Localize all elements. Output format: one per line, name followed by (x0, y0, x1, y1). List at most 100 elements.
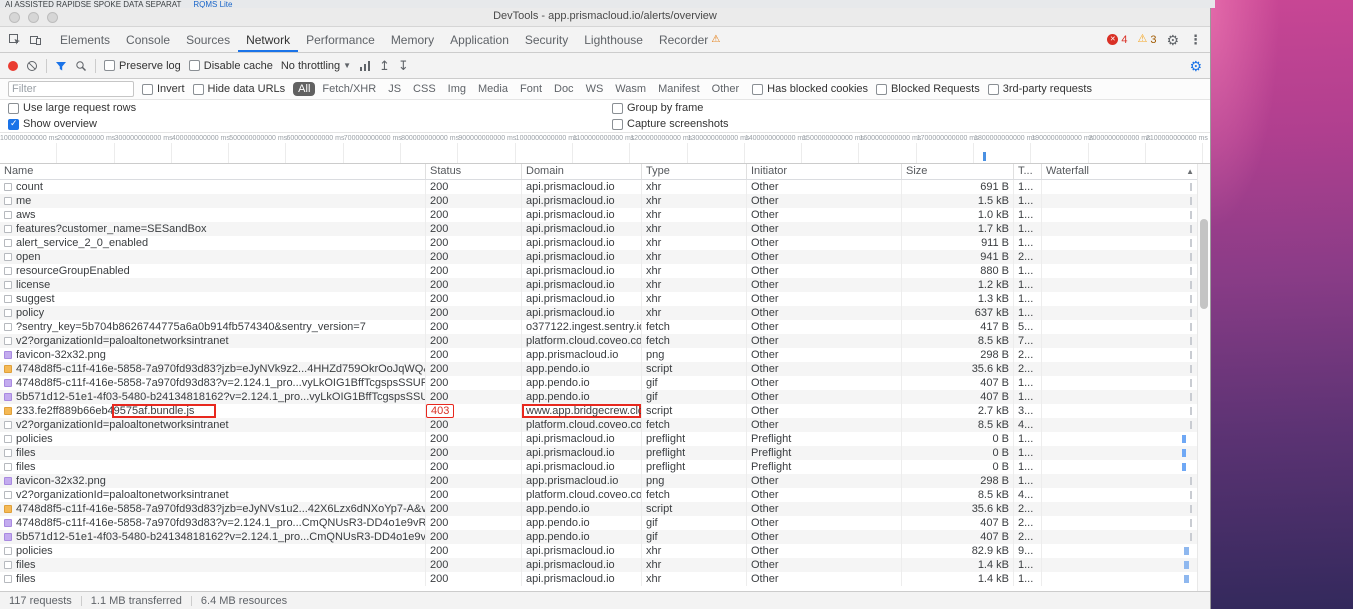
close-button[interactable] (9, 12, 20, 23)
tab-console[interactable]: Console (118, 27, 178, 52)
show-overview-checkbox[interactable]: Show overview (8, 118, 97, 130)
status-cell[interactable]: 200 (425, 516, 521, 530)
time-cell[interactable]: 2... (1013, 362, 1041, 376)
tab-lighthouse[interactable]: Lighthouse (576, 27, 651, 52)
request-name-cell[interactable]: 5b571d12-51e1-4f03-5480-b24134818162?v=2… (0, 390, 425, 404)
time-cell[interactable]: 2... (1013, 502, 1041, 516)
time-cell[interactable]: 2... (1013, 530, 1041, 544)
waterfall-cell[interactable] (1041, 250, 1198, 264)
has-blocked-cookies-checkbox[interactable]: Has blocked cookies (752, 83, 868, 95)
waterfall-cell[interactable] (1041, 376, 1198, 390)
domain-cell[interactable]: api.prismacloud.io (521, 236, 641, 250)
initiator-cell[interactable]: Other (746, 362, 901, 376)
table-row[interactable]: count200api.prismacloud.ioxhrOther691 B1… (0, 180, 1198, 194)
more-options-icon[interactable]: ⋮ (1189, 32, 1202, 48)
waterfall-cell[interactable] (1041, 544, 1198, 558)
time-cell[interactable]: 1... (1013, 446, 1041, 460)
waterfall-cell[interactable] (1041, 278, 1198, 292)
table-row[interactable]: favicon-32x32.png200app.prismacloud.iopn… (0, 348, 1198, 362)
domain-cell[interactable]: app.pendo.io (521, 516, 641, 530)
time-cell[interactable]: 1... (1013, 558, 1041, 572)
network-settings-gear-icon[interactable]: ⚙ (1189, 59, 1202, 73)
initiator-cell[interactable]: Other (746, 194, 901, 208)
domain-cell[interactable]: app.pendo.io (521, 502, 641, 516)
type-cell[interactable]: xhr (641, 194, 746, 208)
table-row[interactable]: aws200api.prismacloud.ioxhrOther1.0 kB1.… (0, 208, 1198, 222)
status-cell[interactable]: 200 (425, 558, 521, 572)
domain-cell[interactable]: api.prismacloud.io (521, 278, 641, 292)
table-row[interactable]: alert_service_2_0_enabled200api.prismacl… (0, 236, 1198, 250)
type-cell[interactable]: xhr (641, 264, 746, 278)
size-cell[interactable]: 941 B (901, 250, 1013, 264)
status-cell[interactable]: 200 (425, 222, 521, 236)
request-name-cell[interactable]: favicon-32x32.png (0, 474, 425, 488)
domain-cell[interactable]: api.prismacloud.io (521, 446, 641, 460)
status-cell[interactable]: 200 (425, 572, 521, 586)
invert-checkbox[interactable]: Invert (142, 83, 185, 95)
domain-cell[interactable]: app.pendo.io (521, 376, 641, 390)
type-cell[interactable]: xhr (641, 236, 746, 250)
request-name-cell[interactable]: favicon-32x32.png (0, 348, 425, 362)
table-row[interactable]: files200api.prismacloud.ioxhrOther1.4 kB… (0, 558, 1198, 572)
waterfall-cell[interactable] (1041, 474, 1198, 488)
blocked-requests-checkbox[interactable]: Blocked Requests (876, 83, 980, 95)
filter-pill-img[interactable]: Img (443, 82, 471, 96)
initiator-cell[interactable]: Other (746, 222, 901, 236)
type-cell[interactable]: xhr (641, 558, 746, 572)
initiator-cell[interactable]: Other (746, 264, 901, 278)
waterfall-cell[interactable] (1041, 446, 1198, 460)
request-name-cell[interactable]: v2?organizationId=paloaltonetworksintran… (0, 488, 425, 502)
waterfall-cell[interactable] (1041, 488, 1198, 502)
domain-cell[interactable]: platform.cloud.coveo.com (521, 488, 641, 502)
domain-cell[interactable]: api.prismacloud.io (521, 292, 641, 306)
tab-application[interactable]: Application (442, 27, 517, 52)
table-row[interactable]: v2?organizationId=paloaltonetworksintran… (0, 488, 1198, 502)
table-row[interactable]: files200api.prismacloud.iopreflightPrefl… (0, 446, 1198, 460)
status-cell[interactable]: 200 (425, 292, 521, 306)
time-cell[interactable]: 1... (1013, 572, 1041, 586)
initiator-cell[interactable]: Other (746, 334, 901, 348)
settings-gear-icon[interactable]: ⚙ (1166, 33, 1179, 47)
initiator-cell[interactable]: Other (746, 306, 901, 320)
group-by-frame-checkbox[interactable]: Group by frame (612, 100, 703, 116)
status-cell[interactable]: 200 (425, 460, 521, 474)
time-cell[interactable]: 2... (1013, 516, 1041, 530)
size-cell[interactable]: 407 B (901, 390, 1013, 404)
domain-cell[interactable]: api.prismacloud.io (521, 222, 641, 236)
zoom-button[interactable] (47, 12, 58, 23)
status-cell[interactable]: 200 (425, 180, 521, 194)
domain-cell[interactable]: api.prismacloud.io (521, 194, 641, 208)
third-party-requests-checkbox[interactable]: 3rd-party requests (988, 83, 1092, 95)
request-name-cell[interactable]: 233.fe2ff889b66eb49575af.bundle.js (0, 404, 425, 418)
domain-cell[interactable]: api.prismacloud.io (521, 558, 641, 572)
size-cell[interactable]: 1.7 kB (901, 222, 1013, 236)
waterfall-cell[interactable] (1041, 516, 1198, 530)
waterfall-cell[interactable] (1041, 264, 1198, 278)
filter-pill-js[interactable]: JS (383, 82, 406, 96)
status-cell[interactable]: 200 (425, 236, 521, 250)
initiator-cell[interactable]: Other (746, 208, 901, 222)
type-cell[interactable]: script (641, 404, 746, 418)
type-cell[interactable]: preflight (641, 446, 746, 460)
preserve-log-checkbox[interactable]: Preserve log (104, 60, 181, 72)
table-row[interactable]: 4748d8f5-c11f-416e-5858-7a970fd93d83?jzb… (0, 502, 1198, 516)
type-cell[interactable]: xhr (641, 278, 746, 292)
initiator-cell[interactable]: Other (746, 418, 901, 432)
request-name-cell[interactable]: ?sentry_key=5b704b8626744775a6a0b914fb57… (0, 320, 425, 334)
table-row[interactable]: 4748d8f5-c11f-416e-5858-7a970fd93d83?v=2… (0, 516, 1198, 530)
filter-pill-ws[interactable]: WS (581, 82, 609, 96)
time-cell[interactable]: 1... (1013, 390, 1041, 404)
waterfall-cell[interactable] (1041, 306, 1198, 320)
bookmark-item[interactable]: RQMS Lite (193, 0, 232, 8)
table-row[interactable]: resourceGroupEnabled200api.prismacloud.i… (0, 264, 1198, 278)
column-header-status[interactable]: Status (425, 164, 521, 179)
type-cell[interactable]: gif (641, 530, 746, 544)
time-cell[interactable]: 2... (1013, 250, 1041, 264)
disable-cache-checkbox[interactable]: Disable cache (189, 60, 273, 72)
request-name-cell[interactable]: 4748d8f5-c11f-416e-5858-7a970fd93d83?jzb… (0, 362, 425, 376)
request-name-cell[interactable]: suggest (0, 292, 425, 306)
search-icon[interactable] (75, 60, 87, 72)
type-cell[interactable]: script (641, 502, 746, 516)
request-name-cell[interactable]: 4748d8f5-c11f-416e-5858-7a970fd93d83?v=2… (0, 516, 425, 530)
domain-cell[interactable]: o377122.ingest.sentry.io (521, 320, 641, 334)
